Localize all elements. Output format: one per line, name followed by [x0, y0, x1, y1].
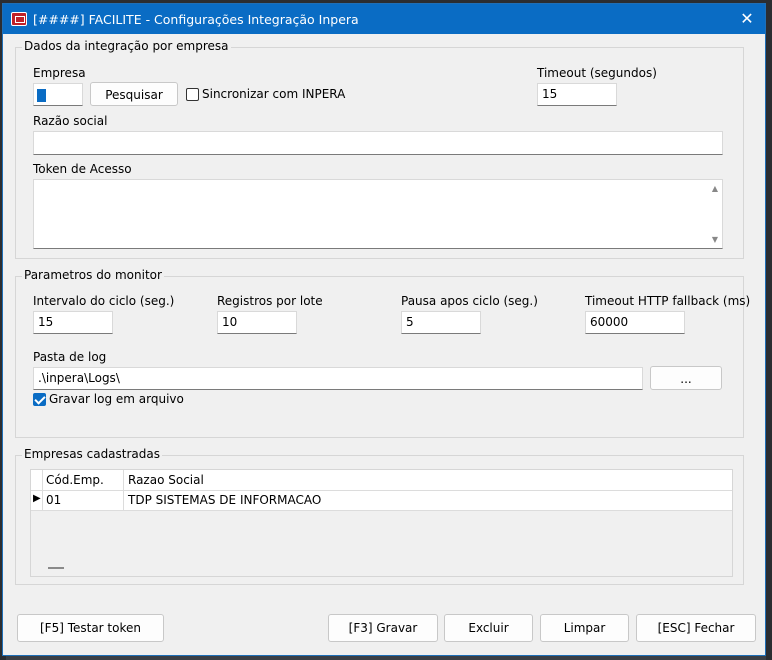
cell-razao: TDP SISTEMAS DE INFORMACAO [128, 493, 322, 507]
window-title: [####] FACILITE - Configurações Integraç… [33, 11, 359, 27]
horizontal-scrollbar[interactable] [31, 560, 732, 576]
excluir-button[interactable]: Excluir [444, 614, 533, 642]
group-legend: Parametros do monitor [22, 268, 164, 282]
pesquisar-button[interactable]: Pesquisar [90, 82, 178, 106]
close-icon[interactable]: ✕ [737, 9, 757, 28]
timeout-label: Timeout (segundos) [537, 66, 657, 80]
intervalo-label: Intervalo do ciclo (seg.) [33, 294, 175, 308]
razao-social-field[interactable] [33, 131, 723, 155]
gravar-log-checkbox[interactable] [33, 393, 46, 406]
cell-cod: 01 [46, 493, 62, 507]
timeout-http-label: Timeout HTTP fallback (ms) [585, 294, 751, 308]
table-row[interactable]: ▶ 01 TDP SISTEMAS DE INFORMACAO [31, 491, 732, 510]
group-legend: Dados da integração por empresa [22, 39, 231, 53]
app-icon [11, 12, 27, 26]
row-indicator-icon: ▶ [33, 493, 41, 504]
limpar-button[interactable]: Limpar [540, 614, 629, 642]
scroll-up-icon[interactable]: ▲ [712, 184, 718, 193]
token-textarea[interactable]: ▲ ▼ [33, 179, 723, 249]
empresa-field[interactable] [33, 83, 83, 106]
empresa-label: Empresa [33, 66, 86, 80]
column-header-razao[interactable]: Razao Social [128, 473, 204, 487]
testar-token-button[interactable]: [F5] Testar token [17, 614, 164, 642]
config-dialog: [####] FACILITE - Configurações Integraç… [2, 3, 766, 656]
fechar-button[interactable]: [ESC] Fechar [636, 614, 756, 642]
background-right-edge [766, 0, 772, 660]
text-cursor [37, 89, 46, 102]
gravar-button[interactable]: [F3] Gravar [328, 614, 438, 642]
timeout-http-field[interactable]: 60000 [585, 311, 685, 334]
browse-button[interactable]: ... [650, 366, 722, 390]
scroll-down-icon[interactable]: ▼ [712, 235, 718, 244]
group-empresas-cadastradas: Empresas cadastradas Cód.Emp. Razao Soci… [15, 447, 744, 585]
sincronizar-label[interactable]: Sincronizar com INPERA [202, 87, 345, 101]
pasta-log-field[interactable]: .\inpera\Logs\ [33, 367, 643, 390]
group-dados-integracao: Dados da integração por empresa Empresa … [15, 39, 744, 259]
razao-social-label: Razão social [33, 114, 108, 128]
registros-label: Registros por lote [217, 294, 323, 308]
token-label: Token de Acesso [33, 162, 132, 176]
sincronizar-checkbox[interactable] [186, 88, 199, 101]
grid-row-divider [31, 510, 732, 511]
registros-field[interactable]: 10 [217, 311, 297, 334]
scrollbar-thumb[interactable] [48, 567, 64, 569]
intervalo-field[interactable]: 15 [33, 311, 113, 334]
group-parametros-monitor: Parametros do monitor Intervalo do ciclo… [15, 268, 750, 438]
gravar-log-label[interactable]: Gravar log em arquivo [49, 392, 184, 406]
column-header-cod[interactable]: Cód.Emp. [46, 473, 104, 487]
pausa-field[interactable]: 5 [401, 311, 481, 334]
title-bar[interactable]: [####] FACILITE - Configurações Integraç… [3, 4, 765, 34]
empresas-grid[interactable]: Cód.Emp. Razao Social ▶ 01 TDP SISTEMAS … [30, 469, 733, 577]
pausa-label: Pausa apos ciclo (seg.) [401, 294, 538, 308]
timeout-field[interactable]: 15 [537, 83, 617, 106]
group-legend: Empresas cadastradas [22, 447, 163, 461]
pasta-log-label: Pasta de log [33, 350, 107, 364]
